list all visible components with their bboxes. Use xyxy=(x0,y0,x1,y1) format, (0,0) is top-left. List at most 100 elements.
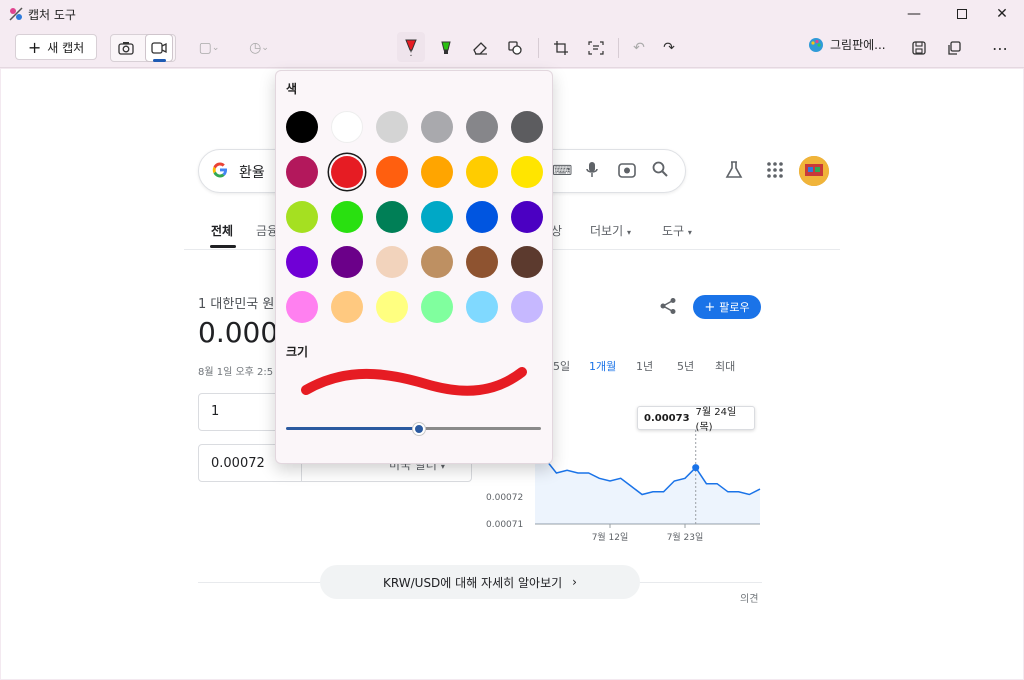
screenshot-mode-button[interactable] xyxy=(112,34,140,62)
copy-button[interactable] xyxy=(940,34,968,62)
apps-grid-icon xyxy=(767,162,783,178)
color-swatch[interactable] xyxy=(376,201,408,233)
color-swatch[interactable] xyxy=(376,291,408,323)
color-swatch[interactable] xyxy=(511,246,543,278)
color-swatch[interactable] xyxy=(331,291,363,323)
rate-timestamp: 8월 1일 오후 2:5 xyxy=(198,367,274,378)
keyboard-icon[interactable]: ⌨ xyxy=(552,163,572,179)
color-swatch[interactable] xyxy=(286,156,318,188)
color-swatch[interactable] xyxy=(421,291,453,323)
google-g-icon xyxy=(211,161,229,184)
open-in-paint-label: 그림판에... xyxy=(830,38,886,52)
tooltip-date: 7월 24일 (목) xyxy=(695,407,737,433)
color-swatch[interactable] xyxy=(466,156,498,188)
maximize-icon xyxy=(957,9,967,19)
feedback-link[interactable]: 의견 xyxy=(740,590,758,605)
save-button[interactable] xyxy=(905,34,933,62)
highlighter-icon xyxy=(441,41,451,54)
shapes-button[interactable] xyxy=(501,34,529,62)
voice-search-button[interactable] xyxy=(585,161,599,183)
y-tick-label: 0.00071 xyxy=(486,520,523,530)
open-in-paint-button[interactable]: 그림판에... xyxy=(808,36,886,53)
more-icon: ⋯ xyxy=(992,38,1008,58)
tab-more[interactable]: 더보기 ▾ xyxy=(590,222,631,239)
color-swatch[interactable] xyxy=(286,291,318,323)
chevron-down-icon: ⌄ xyxy=(261,43,269,53)
tab-tools[interactable]: 도구 ▾ xyxy=(662,222,692,239)
tab-all[interactable]: 전체 xyxy=(211,222,233,239)
new-capture-label: 새 캡처 xyxy=(47,40,85,55)
undo-button[interactable]: ↶ xyxy=(625,34,653,62)
eraser-button[interactable] xyxy=(466,34,494,62)
tab-tools-label: 도구 xyxy=(662,224,685,238)
minimize-button[interactable]: — xyxy=(892,0,936,28)
toolbar-divider xyxy=(538,38,539,58)
search-query[interactable]: 환율 xyxy=(239,162,265,182)
color-swatch[interactable] xyxy=(421,156,453,188)
range-1m[interactable]: 1개월 xyxy=(589,358,616,374)
crop-button[interactable] xyxy=(547,34,575,62)
color-swatch[interactable] xyxy=(511,156,543,188)
delay-dropdown[interactable]: ◷ ⌄ xyxy=(242,34,276,62)
color-swatch[interactable] xyxy=(331,156,363,188)
color-swatch[interactable] xyxy=(466,111,498,143)
color-swatch[interactable] xyxy=(421,246,453,278)
camera-lens-icon xyxy=(618,163,636,178)
share-button[interactable] xyxy=(659,297,677,319)
learn-more-button[interactable]: KRW/USD에 대해 자세히 알아보기 › xyxy=(320,565,640,599)
snip-shape-dropdown[interactable]: ▢ ⌄ xyxy=(192,34,226,62)
copy-icon xyxy=(948,41,961,55)
close-button[interactable]: ✕ xyxy=(980,0,1024,28)
color-swatch[interactable] xyxy=(421,201,453,233)
video-mode-button[interactable] xyxy=(145,34,173,62)
color-swatch[interactable] xyxy=(331,246,363,278)
size-slider-track[interactable] xyxy=(420,427,541,430)
color-swatch[interactable] xyxy=(286,246,318,278)
range-1y[interactable]: 1년 xyxy=(636,358,653,374)
range-5d[interactable]: 5일 xyxy=(553,358,570,374)
crop-icon xyxy=(554,41,568,55)
google-apps-button[interactable] xyxy=(767,162,783,182)
color-swatch[interactable] xyxy=(466,291,498,323)
search-button[interactable] xyxy=(652,161,668,181)
color-swatch[interactable] xyxy=(286,201,318,233)
color-swatch[interactable] xyxy=(286,111,318,143)
range-max[interactable]: 최대 xyxy=(715,358,735,374)
redo-icon: ↷ xyxy=(663,40,675,56)
color-swatch[interactable] xyxy=(511,291,543,323)
red-pen-icon: ⌄ xyxy=(405,39,417,56)
size-heading: 크기 xyxy=(286,345,309,359)
undo-icon: ↶ xyxy=(633,40,645,56)
lens-search-button[interactable] xyxy=(618,162,636,182)
text-actions-button[interactable] xyxy=(582,34,610,62)
maximize-button[interactable] xyxy=(940,0,984,28)
redo-button[interactable]: ↷ xyxy=(655,34,683,62)
color-swatch[interactable] xyxy=(511,201,543,233)
avatar[interactable] xyxy=(799,156,829,186)
follow-button[interactable]: + 팔로우 xyxy=(693,295,761,319)
new-capture-button[interactable]: + 새 캡처 xyxy=(15,34,97,60)
highlighter-button[interactable] xyxy=(432,34,460,62)
color-swatch[interactable] xyxy=(466,201,498,233)
range-5y[interactable]: 5년 xyxy=(677,358,694,374)
chevron-right-icon: › xyxy=(572,575,577,589)
save-icon xyxy=(912,41,926,55)
snipping-tool-icon xyxy=(8,6,24,22)
color-swatch[interactable] xyxy=(376,156,408,188)
learn-more-label: KRW/USD에 대해 자세히 알아보기 xyxy=(383,575,563,590)
labs-button[interactable] xyxy=(725,161,743,183)
color-swatch[interactable] xyxy=(331,111,363,143)
dropdown-arrow-icon: ▾ xyxy=(687,228,692,237)
color-swatch[interactable] xyxy=(331,201,363,233)
size-slider-thumb[interactable] xyxy=(413,423,425,435)
share-icon xyxy=(660,298,676,314)
color-swatch[interactable] xyxy=(421,111,453,143)
converted-amount-value: 0.00072 xyxy=(211,456,265,471)
color-swatch[interactable] xyxy=(376,246,408,278)
more-options-button[interactable]: ⋯ xyxy=(986,34,1014,62)
color-swatch[interactable] xyxy=(511,111,543,143)
color-swatch[interactable] xyxy=(466,246,498,278)
converted-value: 0.000 xyxy=(198,316,279,349)
pen-button[interactable]: ⌄ xyxy=(397,32,425,62)
color-swatch[interactable] xyxy=(376,111,408,143)
